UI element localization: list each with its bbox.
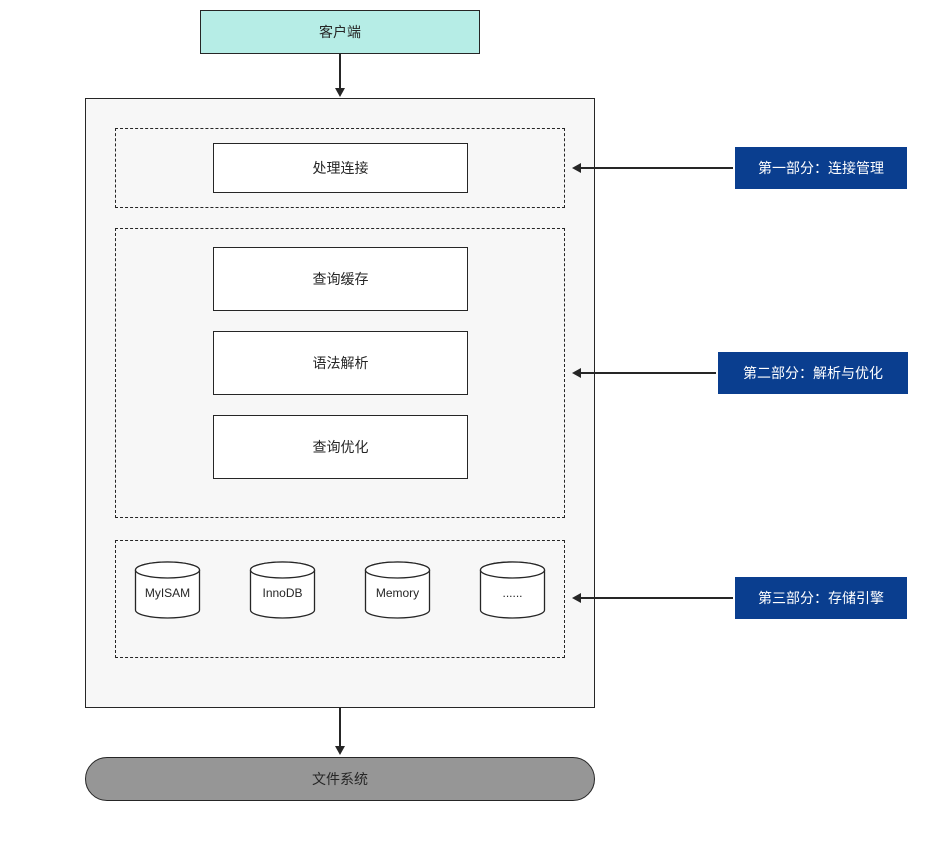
box-cache-label: 查询缓存 [313, 269, 369, 289]
file-system-label: 文件系统 [312, 769, 368, 789]
engine-label: ...... [502, 586, 522, 600]
annotation-2-label: 第二部分：解析与优化 [743, 363, 883, 383]
engine-label: InnoDB [262, 586, 302, 600]
box-query-optimize: 查询优化 [213, 415, 468, 479]
client-box: 客户端 [200, 10, 480, 54]
box-syntax-parse: 语法解析 [213, 331, 468, 395]
annotation-2: 第二部分：解析与优化 [718, 352, 908, 394]
client-label: 客户端 [319, 22, 361, 42]
annotation-1-label: 第一部分：连接管理 [758, 158, 884, 178]
engine-label: Memory [376, 586, 419, 600]
annotation-3: 第三部分：存储引擎 [735, 577, 907, 619]
engine-more: ...... [475, 560, 550, 620]
box-handle-connection: 处理连接 [213, 143, 468, 193]
box-query-cache: 查询缓存 [213, 247, 468, 311]
architecture-diagram: 客户端 处理连接 查询缓存 语法解析 查询优化 MyISAM [0, 0, 942, 846]
file-system-box: 文件系统 [85, 757, 595, 801]
box-parse-label: 语法解析 [313, 353, 369, 373]
box-conn-label: 处理连接 [313, 158, 369, 178]
annotation-1: 第一部分：连接管理 [735, 147, 907, 189]
engine-innodb: InnoDB [245, 560, 320, 620]
box-opt-label: 查询优化 [313, 437, 369, 457]
engine-myisam: MyISAM [130, 560, 205, 620]
storage-engines-row: MyISAM InnoDB Memory ...... [130, 560, 550, 620]
engine-memory: Memory [360, 560, 435, 620]
engine-label: MyISAM [145, 586, 190, 600]
annotation-3-label: 第三部分：存储引擎 [758, 588, 884, 608]
